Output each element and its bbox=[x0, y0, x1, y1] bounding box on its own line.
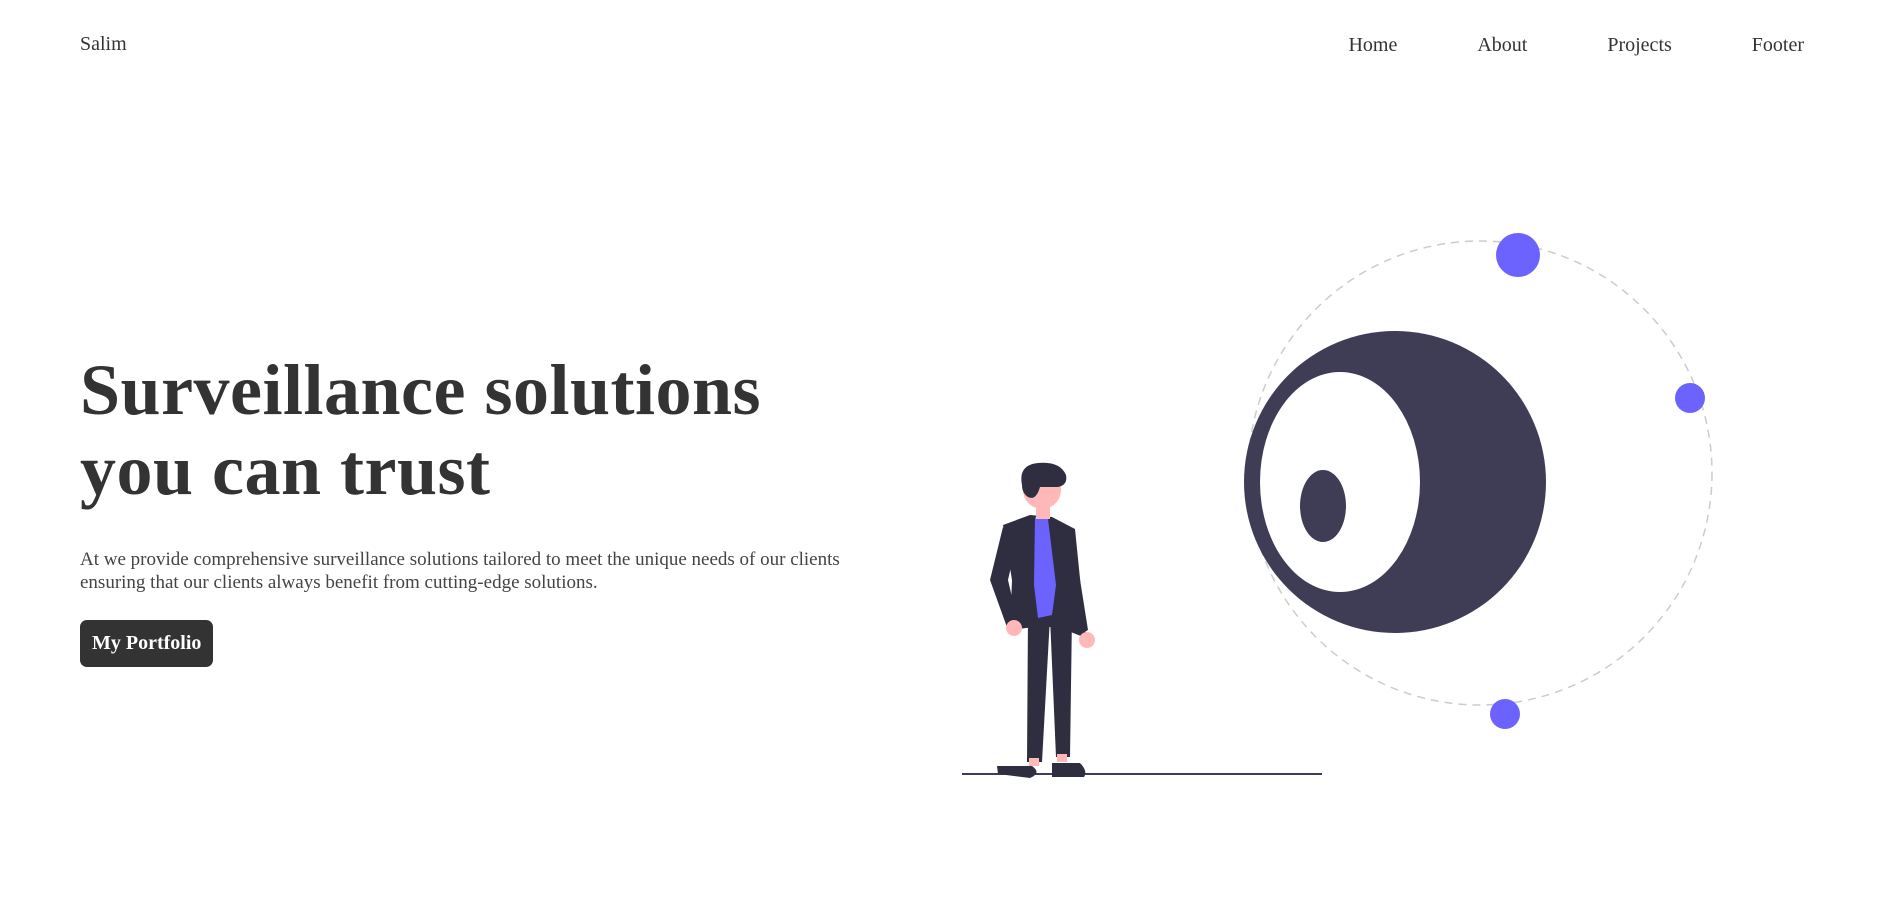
brand-logo-link[interactable]: Salim bbox=[80, 33, 127, 56]
main-nav: Home About Projects Footer bbox=[1268, 33, 1804, 57]
nav-item-footer[interactable]: Footer bbox=[1752, 33, 1804, 57]
nav-item-projects[interactable]: Projects bbox=[1607, 33, 1671, 57]
person-watching-camera-illustration bbox=[962, 233, 1713, 778]
hero-description: At we provide comprehensive surveillance… bbox=[80, 549, 840, 593]
nav-item-home[interactable]: Home bbox=[1348, 33, 1397, 57]
person-figure bbox=[990, 462, 1095, 778]
orbit-dot-top bbox=[1496, 233, 1540, 277]
my-portfolio-button[interactable]: My Portfolio bbox=[80, 620, 214, 667]
camera-pupil bbox=[1300, 470, 1346, 542]
hero-title-line-1: Surveillance solutions bbox=[80, 350, 762, 430]
nav-item-about[interactable]: About bbox=[1477, 33, 1527, 57]
hero-title: Surveillance solutions you can trust bbox=[80, 350, 840, 510]
page: Salim Home About Projects Footer Surveil… bbox=[0, 0, 1896, 903]
hero-title-line-2: you can trust bbox=[80, 430, 491, 510]
orbit-dot-bottom bbox=[1490, 699, 1520, 729]
orbit-dot-right bbox=[1675, 383, 1705, 413]
